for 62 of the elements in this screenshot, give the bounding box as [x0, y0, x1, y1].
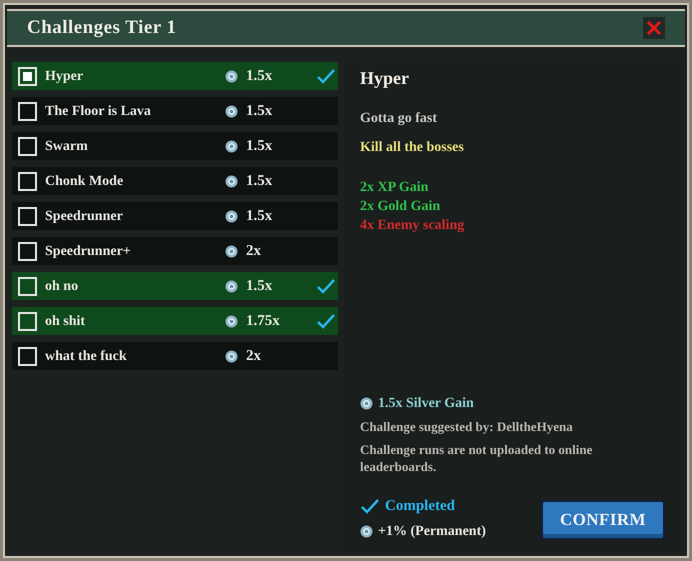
coin-icon: [360, 525, 373, 538]
coin-icon: [225, 280, 238, 292]
checkbox[interactable]: [18, 102, 37, 120]
challenge-row[interactable]: The Floor is Lava 1.5x: [12, 97, 338, 125]
checkbox[interactable]: [18, 136, 37, 156]
multiplier-text: 1.5x: [246, 102, 274, 121]
coin-icon: [225, 244, 238, 258]
checkbox[interactable]: [18, 206, 37, 226]
coin-icon: [225, 350, 238, 362]
coin-icon: [225, 314, 238, 328]
coin-icon: [225, 140, 238, 152]
challenge-row[interactable]: Speedrunner+ 2x: [12, 237, 338, 265]
checkbox[interactable]: [18, 276, 37, 296]
multiplier-text: 1.5x: [246, 172, 274, 191]
checkbox[interactable]: [18, 242, 37, 260]
multiplier-text: 1.5x: [246, 276, 274, 296]
multiplier-text: 1.5x: [246, 206, 274, 226]
challenge-row[interactable]: Speedrunner 1.5x: [12, 202, 338, 230]
effect-text: 4x Enemy scaling: [360, 217, 466, 235]
close-icon: [646, 20, 662, 36]
checkbox[interactable]: [18, 172, 37, 190]
challenge-name: Chonk Mode: [45, 172, 124, 190]
multiplier-text: 2x: [246, 346, 262, 366]
challenge-name: oh no: [45, 278, 80, 296]
reward-text: 1.5x Silver Gain: [378, 395, 474, 413]
challenge-name: Hyper: [45, 68, 84, 86]
effect-text: 2x Gold Gain: [360, 198, 442, 216]
coin-icon: [225, 104, 238, 118]
coin-icon: [225, 210, 238, 222]
coin-icon: [225, 70, 238, 82]
challenge-row[interactable]: what the fuck 2x: [12, 342, 338, 370]
multiplier-text: 2x: [246, 242, 262, 261]
challenge-row[interactable]: oh no 1.5x: [12, 272, 338, 300]
window-title: Challenges Tier 1: [27, 16, 177, 40]
effect-text: 2x XP Gain: [360, 179, 430, 197]
challenge-name: what the fuck: [45, 348, 128, 366]
challenge-row[interactable]: Chonk Mode 1.5x: [12, 167, 338, 195]
coin-icon: [225, 174, 238, 188]
multiplier-text: 1.5x: [246, 136, 274, 156]
challenge-name: The Floor is Lava: [45, 102, 152, 120]
checkbox[interactable]: [18, 312, 37, 330]
challenge-name: Swarm: [45, 138, 89, 156]
challenge-title: Hyper: [360, 67, 410, 90]
notice-text: Challenge runs are not uploaded to online leaderboards.: [360, 440, 594, 474]
challenge-row[interactable]: oh shit 1.75x: [12, 307, 338, 335]
checkbox[interactable]: [18, 346, 37, 366]
multiplier-text: 1.75x: [246, 312, 281, 331]
status-text: Completed: [385, 496, 455, 516]
challenge-name: Speedrunner+: [45, 242, 132, 260]
checkbox[interactable]: [18, 66, 37, 86]
challenge-row[interactable]: Swarm 1.5x: [12, 132, 338, 160]
bonus-text: +1% (Permanent): [378, 523, 486, 541]
close-button[interactable]: [643, 17, 665, 39]
multiplier-text: 1.5x: [246, 66, 274, 86]
challenge-name: oh shit: [45, 312, 86, 330]
confirm-button[interactable]: CONFIRM: [541, 500, 665, 540]
challenge-row[interactable]: Hyper 1.5x: [12, 62, 338, 90]
description-text: Gotta go fast: [360, 110, 438, 128]
suggested-by-text: Challenge suggested by: DelltheHyena: [360, 418, 574, 436]
objective-text: Kill all the bosses: [360, 139, 465, 157]
coin-icon: [360, 397, 373, 410]
challenge-name: Speedrunner: [45, 208, 124, 226]
